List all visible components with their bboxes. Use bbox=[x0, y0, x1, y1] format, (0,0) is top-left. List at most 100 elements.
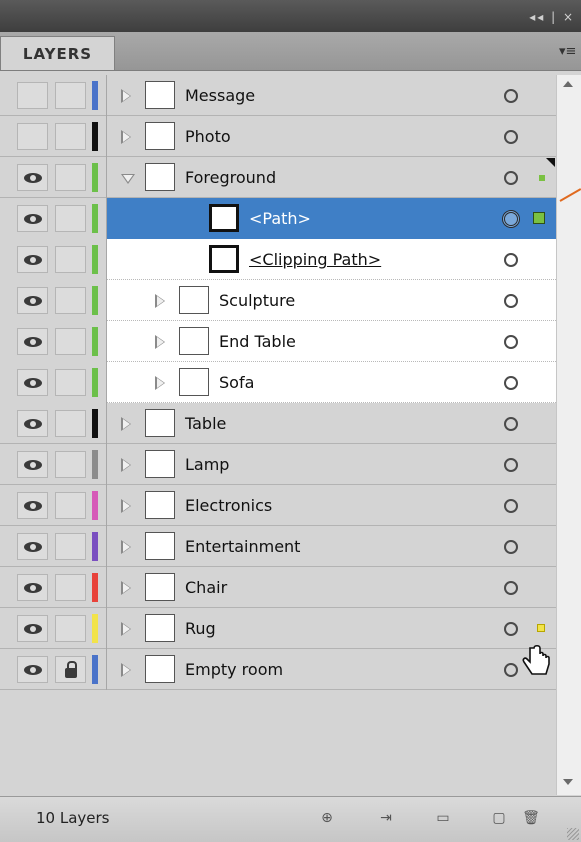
vertical-scrollbar[interactable] bbox=[556, 75, 581, 795]
lock-toggle[interactable] bbox=[55, 328, 86, 355]
target-circle-icon[interactable] bbox=[504, 663, 518, 677]
layer-name[interactable]: Lamp bbox=[185, 455, 229, 474]
layer-row[interactable]: Photo bbox=[0, 116, 556, 157]
lock-toggle[interactable] bbox=[55, 615, 86, 642]
visibility-toggle[interactable] bbox=[17, 82, 48, 109]
lock-toggle[interactable] bbox=[55, 369, 86, 396]
lock-toggle[interactable] bbox=[55, 410, 86, 437]
layer-row[interactable]: Sculpture bbox=[0, 280, 556, 321]
visibility-toggle[interactable] bbox=[17, 533, 48, 560]
expand-triangle-icon[interactable] bbox=[121, 130, 131, 144]
layer-row[interactable]: Message bbox=[0, 75, 556, 116]
layer-row[interactable]: Sofa bbox=[0, 362, 556, 403]
layer-row[interactable]: <Clipping Path> bbox=[0, 239, 556, 280]
expand-triangle-icon[interactable] bbox=[121, 89, 131, 103]
layer-row[interactable]: Entertainment bbox=[0, 526, 556, 567]
target-circle-icon[interactable] bbox=[504, 376, 518, 390]
visibility-toggle[interactable] bbox=[17, 410, 48, 437]
layer-name[interactable]: Foreground bbox=[185, 168, 276, 187]
visibility-toggle[interactable] bbox=[17, 369, 48, 396]
target-circle-icon[interactable] bbox=[504, 540, 518, 554]
layer-name[interactable]: Sculpture bbox=[219, 291, 295, 310]
target-circle-icon[interactable] bbox=[504, 130, 518, 144]
target-circle-icon[interactable] bbox=[504, 581, 518, 595]
target-circle-icon[interactable] bbox=[504, 499, 518, 513]
layer-name[interactable]: Photo bbox=[185, 127, 231, 146]
layer-name[interactable]: End Table bbox=[219, 332, 296, 351]
visibility-toggle[interactable] bbox=[17, 287, 48, 314]
layer-name[interactable]: Chair bbox=[185, 578, 227, 597]
layer-row[interactable]: Foreground bbox=[0, 157, 556, 198]
target-circle-icon[interactable] bbox=[502, 210, 520, 228]
make-clipping-mask-icon[interactable]: ⇥ bbox=[375, 807, 397, 829]
target-circle-icon[interactable] bbox=[504, 458, 518, 472]
layer-name[interactable]: <Path> bbox=[249, 209, 311, 228]
scroll-up-arrow-icon[interactable] bbox=[563, 81, 573, 87]
lock-toggle[interactable] bbox=[55, 656, 86, 683]
visibility-toggle[interactable] bbox=[17, 205, 48, 232]
lock-toggle[interactable] bbox=[55, 492, 86, 519]
expand-triangle-icon[interactable] bbox=[121, 540, 131, 554]
lock-toggle[interactable] bbox=[55, 574, 86, 601]
lock-toggle[interactable] bbox=[55, 287, 86, 314]
lock-toggle[interactable] bbox=[55, 82, 86, 109]
lock-toggle[interactable] bbox=[55, 164, 86, 191]
expand-triangle-icon[interactable] bbox=[155, 376, 165, 390]
target-circle-icon[interactable] bbox=[504, 417, 518, 431]
layer-name[interactable]: Empty room bbox=[185, 660, 283, 679]
selected-art-indicator[interactable] bbox=[533, 212, 545, 224]
locate-object-icon[interactable]: ⊕ bbox=[316, 807, 338, 829]
lock-toggle[interactable] bbox=[55, 533, 86, 560]
layer-row[interactable]: Electronics bbox=[0, 485, 556, 526]
expand-triangle-icon[interactable] bbox=[121, 663, 131, 677]
visibility-toggle[interactable] bbox=[17, 164, 48, 191]
visibility-toggle[interactable] bbox=[17, 656, 48, 683]
expand-triangle-icon[interactable] bbox=[121, 417, 131, 431]
new-layer-icon[interactable]: ▢ bbox=[488, 807, 510, 829]
expand-triangle-icon[interactable] bbox=[121, 581, 131, 595]
expand-triangle-icon[interactable] bbox=[121, 458, 131, 472]
visibility-toggle[interactable] bbox=[17, 451, 48, 478]
layer-row[interactable]: Rug bbox=[0, 608, 556, 649]
visibility-toggle[interactable] bbox=[17, 492, 48, 519]
lock-toggle[interactable] bbox=[55, 451, 86, 478]
tab-layers[interactable]: LAYERS bbox=[0, 36, 115, 70]
layer-row[interactable]: Lamp bbox=[0, 444, 556, 485]
expand-triangle-icon[interactable] bbox=[155, 294, 165, 308]
panel-menu-icon[interactable]: ▾≡ bbox=[559, 44, 577, 59]
scroll-down-arrow-icon[interactable] bbox=[563, 779, 573, 785]
delete-layer-icon[interactable]: 🗑 bbox=[520, 807, 542, 829]
target-circle-icon[interactable] bbox=[504, 335, 518, 349]
layer-row[interactable]: Empty room bbox=[0, 649, 556, 690]
visibility-toggle[interactable] bbox=[17, 328, 48, 355]
layer-name[interactable]: Entertainment bbox=[185, 537, 300, 556]
layer-name[interactable]: Message bbox=[185, 86, 255, 105]
lock-toggle[interactable] bbox=[55, 246, 86, 273]
expand-triangle-icon[interactable] bbox=[155, 335, 165, 349]
lock-toggle[interactable] bbox=[55, 123, 86, 150]
layer-name[interactable]: Table bbox=[185, 414, 226, 433]
visibility-toggle[interactable] bbox=[17, 246, 48, 273]
target-circle-icon[interactable] bbox=[504, 253, 518, 267]
expand-triangle-icon[interactable] bbox=[121, 622, 131, 636]
visibility-toggle[interactable] bbox=[17, 615, 48, 642]
visibility-toggle[interactable] bbox=[17, 123, 48, 150]
collapse-triangle-icon[interactable] bbox=[121, 174, 135, 184]
selection-indicator[interactable] bbox=[537, 624, 545, 632]
layer-name[interactable]: Electronics bbox=[185, 496, 272, 515]
layer-name[interactable]: Sofa bbox=[219, 373, 254, 392]
target-circle-icon[interactable] bbox=[504, 622, 518, 636]
visibility-toggle[interactable] bbox=[17, 574, 48, 601]
layer-row[interactable]: End Table bbox=[0, 321, 556, 362]
layer-name[interactable]: Rug bbox=[185, 619, 216, 638]
layer-name[interactable]: <Clipping Path> bbox=[249, 250, 381, 269]
resize-grip-icon[interactable] bbox=[567, 828, 579, 840]
layer-row[interactable]: Chair bbox=[0, 567, 556, 608]
expand-triangle-icon[interactable] bbox=[121, 499, 131, 513]
target-circle-icon[interactable] bbox=[504, 89, 518, 103]
lock-toggle[interactable] bbox=[55, 205, 86, 232]
new-sublayer-icon[interactable]: ▭ bbox=[432, 807, 454, 829]
layer-row[interactable]: <Path> bbox=[0, 198, 556, 239]
target-circle-icon[interactable] bbox=[504, 171, 518, 185]
layer-row[interactable]: Table bbox=[0, 403, 556, 444]
